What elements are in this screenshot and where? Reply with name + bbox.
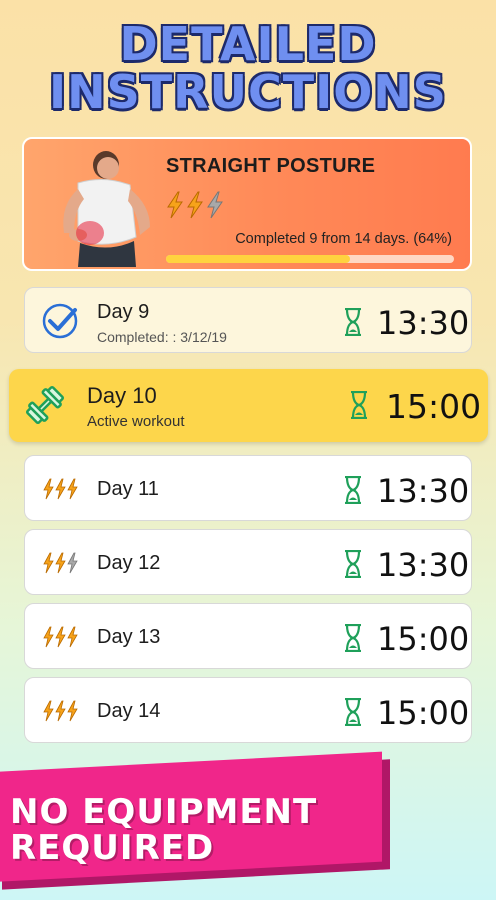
hourglass-icon xyxy=(345,308,361,336)
day-duration: 13:30 xyxy=(377,546,470,584)
banner-line-2: REQUIRED xyxy=(10,828,215,868)
progress-bar-fill xyxy=(166,255,351,263)
day-row-9[interactable]: Day 9 Completed: : 3/12/19 13:30 xyxy=(24,287,472,353)
difficulty-indicator xyxy=(165,191,225,219)
day-row-13[interactable]: Day 13 15:00 xyxy=(24,603,472,669)
bolt-icon xyxy=(43,626,78,648)
bolt-icon xyxy=(43,478,78,500)
checkmark-icon xyxy=(42,303,78,339)
day-duration: 13:30 xyxy=(377,472,470,510)
day-label: Day 11 xyxy=(97,478,159,500)
bolt-icon xyxy=(43,700,78,722)
bolt-icon xyxy=(167,191,183,219)
day-row-12[interactable]: Day 12 13:30 xyxy=(24,529,472,595)
banner-line-1: NO EQUIPMENT xyxy=(10,792,318,832)
program-card[interactable]: STRAIGHT POSTURE Completed 9 from 14 day… xyxy=(22,137,472,271)
bolt-icon xyxy=(187,191,203,219)
day-row-14[interactable]: Day 14 15:00 xyxy=(24,677,472,743)
program-title: STRAIGHT POSTURE xyxy=(166,155,376,177)
progress-bar xyxy=(166,255,454,263)
back-pain-figure xyxy=(63,151,150,267)
headline-line-2: INSTRUCTIONS xyxy=(49,65,447,119)
bolt-icon-inactive xyxy=(207,191,223,219)
day-completed-date: Completed: : 3/12/19 xyxy=(97,329,227,345)
hourglass-icon xyxy=(345,476,361,504)
hourglass-icon xyxy=(345,550,361,578)
hourglass-icon xyxy=(345,624,361,652)
day-duration: 15:00 xyxy=(386,387,482,426)
day-duration: 15:00 xyxy=(377,620,470,658)
day-status: Active workout xyxy=(87,413,185,430)
day-row-11[interactable]: Day 11 13:30 xyxy=(24,455,472,521)
day-label: Day 12 xyxy=(97,552,161,574)
headline-line-1: DETAILED xyxy=(119,17,377,71)
day-row-10[interactable]: Day 10 Active workout 15:00 xyxy=(9,369,488,442)
day-label: Day 13 xyxy=(97,626,161,648)
day-label: Day 10 xyxy=(87,383,157,408)
hourglass-icon xyxy=(345,698,361,726)
bolt-icon xyxy=(43,552,78,574)
progress-text: Completed 9 from 14 days. (64%) xyxy=(235,231,452,247)
day-label: Day 14 xyxy=(97,700,161,722)
day-duration: 15:00 xyxy=(377,694,470,732)
day-duration: 13:30 xyxy=(377,304,470,342)
dumbbell-icon xyxy=(25,385,65,425)
hourglass-icon xyxy=(351,391,367,419)
day-label: Day 9 xyxy=(97,301,150,323)
